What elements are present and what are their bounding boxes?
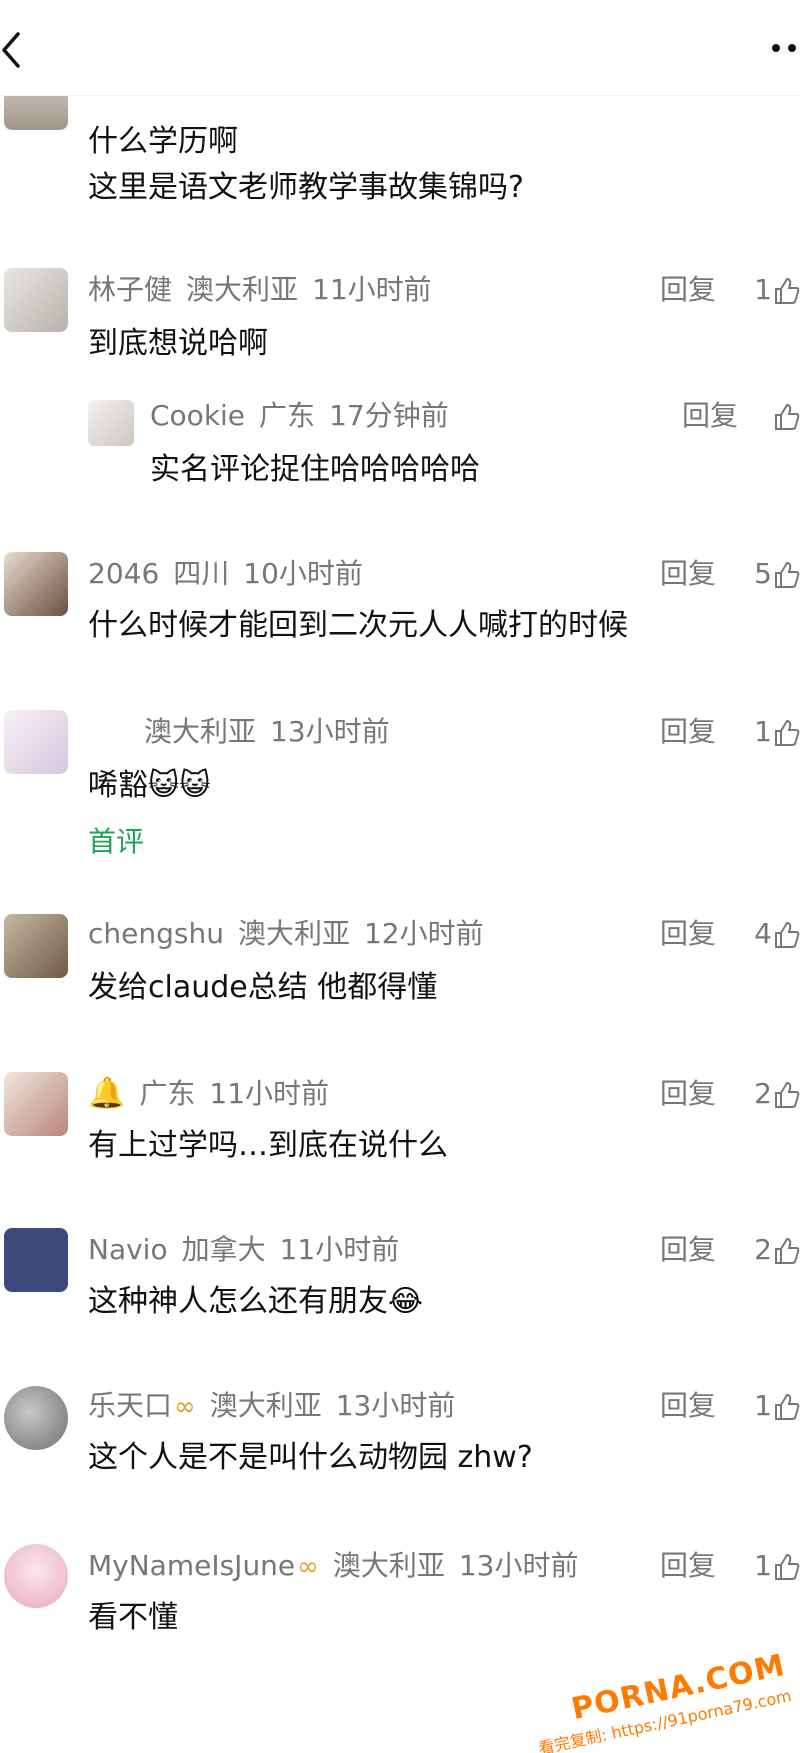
vip-badge-icon: ∞: [174, 1392, 196, 1422]
thumbs-up-icon: [775, 719, 800, 746]
timestamp: 11小时前: [209, 1077, 330, 1110]
reply-button[interactable]: 回复: [660, 1074, 716, 1114]
reply-button[interactable]: 回复: [660, 914, 716, 954]
like-button[interactable]: [772, 396, 800, 436]
thumbs-up-icon: [775, 921, 800, 948]
avatar[interactable]: [4, 1228, 68, 1292]
timestamp: 11小时前: [279, 1233, 400, 1266]
reply-button[interactable]: 回复: [660, 712, 716, 752]
comment-text: 这个人是不是叫什么动物园 zhw?: [88, 1440, 533, 1475]
reply-button[interactable]: 回复: [660, 1546, 716, 1586]
like-button[interactable]: 1: [754, 1546, 800, 1586]
timestamp: 10小时前: [243, 557, 363, 590]
more-button[interactable]: [770, 40, 800, 56]
location: 广东: [139, 1077, 196, 1110]
username[interactable]: 2046: [88, 557, 159, 590]
comment-text: 看不懂: [88, 1600, 178, 1635]
like-button[interactable]: 1: [754, 270, 800, 310]
location: 澳大利亚: [209, 1389, 322, 1422]
timestamp: 12小时前: [363, 917, 484, 950]
like-count: 4: [754, 917, 772, 950]
thumbs-up-icon: [775, 1081, 800, 1108]
comment-text: 到底想说哈啊: [88, 326, 268, 361]
avatar[interactable]: [4, 914, 68, 978]
avatar[interactable]: [4, 268, 68, 332]
comment-meta: MyNameIsJune∞ 澳大利亚 13小时前: [88, 1546, 592, 1586]
like-button[interactable]: 4: [754, 914, 800, 954]
comment-text: 什么学历啊: [88, 124, 238, 159]
watermark: PORNA.COM 看完复制: https://91porna79.com: [529, 1648, 794, 1753]
first-comment-tag: 首评: [88, 825, 145, 858]
comment-meta: 2046 四川 10小时前: [88, 554, 377, 594]
comment-text: 发给claude总结 他都得懂: [88, 970, 438, 1005]
vip-badge-icon: ∞: [297, 1552, 319, 1582]
chevron-left-icon: [2, 32, 20, 68]
like-count: 1: [754, 1389, 772, 1422]
thumbs-up-icon: [775, 1393, 800, 1420]
comment-meta: 乐天口∞ 澳大利亚 13小时前: [88, 1386, 469, 1426]
comment-text: 有上过学吗…到底在说什么: [88, 1128, 448, 1163]
location: 澳大利亚: [332, 1549, 445, 1582]
location: 澳大利亚: [186, 273, 299, 306]
reply-button[interactable]: 回复: [660, 270, 716, 310]
comment-meta: Navio 加拿大 11小时前: [88, 1230, 413, 1270]
thumbs-up-icon: [775, 277, 800, 304]
like-button[interactable]: 2: [754, 1074, 800, 1114]
reply-button[interactable]: 回复: [660, 1230, 716, 1270]
reply-button[interactable]: 回复: [660, 1386, 716, 1426]
comment-text: 这种神人怎么还有朋友😂: [88, 1284, 424, 1319]
comment-text: 这里是语文老师教学事故集锦吗?: [88, 170, 524, 205]
username[interactable]: Navio: [88, 1233, 168, 1266]
username[interactable]: 林子健: [88, 273, 172, 306]
thumbs-up-icon: [775, 403, 800, 430]
like-count: 5: [754, 557, 772, 590]
timestamp: 13小时前: [335, 1389, 456, 1422]
avatar[interactable]: [88, 400, 134, 446]
username[interactable]: Cookie: [150, 399, 245, 432]
reply-text: 实名评论捉住哈哈哈哈哈: [150, 452, 480, 487]
reply-meta: Cookie 广东 17分钟前: [150, 396, 463, 436]
username[interactable]: chengshu: [88, 917, 224, 950]
comment-text: 什么时候才能回到二次元人人喊打的时候: [88, 608, 628, 643]
like-count: 1: [754, 715, 772, 748]
timestamp: 17分钟前: [329, 399, 449, 432]
comment-meta: 🔔 广东 11小时前: [88, 1074, 343, 1114]
thumbs-up-icon: [775, 1237, 800, 1264]
comment-meta: 林子健 澳大利亚 11小时前: [88, 270, 446, 310]
avatar[interactable]: [4, 1072, 68, 1136]
avatar[interactable]: [4, 710, 68, 774]
username[interactable]: 乐天口: [88, 1389, 172, 1422]
username[interactable]: MyNameIsJune: [88, 1549, 295, 1582]
comment-meta: 澳大利亚 13小时前: [130, 712, 404, 752]
avatar[interactable]: [4, 552, 68, 616]
like-count: 1: [754, 1549, 772, 1582]
location: 加拿大: [181, 1233, 266, 1266]
comment-meta: chengshu 澳大利亚 12小时前: [88, 914, 498, 954]
location: 四川: [173, 557, 230, 590]
like-button[interactable]: 5: [754, 554, 800, 594]
thumbs-up-icon: [775, 561, 800, 588]
timestamp: 13小时前: [270, 715, 390, 748]
timestamp: 11小时前: [312, 273, 432, 306]
back-button[interactable]: [0, 26, 40, 74]
location: 澳大利亚: [144, 715, 257, 748]
location: 澳大利亚: [237, 917, 350, 950]
top-bar: [0, 0, 800, 96]
thumbs-up-icon: [775, 1553, 800, 1580]
like-count: 1: [754, 273, 772, 306]
avatar[interactable]: [4, 1544, 68, 1608]
username[interactable]: 🔔: [88, 1076, 125, 1111]
location: 广东: [259, 399, 316, 432]
timestamp: 13小时前: [458, 1549, 579, 1582]
like-button[interactable]: 1: [754, 712, 800, 752]
reply-button[interactable]: 回复: [682, 396, 738, 436]
like-count: 2: [754, 1233, 772, 1266]
more-dots-icon: [772, 44, 796, 52]
reply-button[interactable]: 回复: [660, 554, 716, 594]
like-button[interactable]: 1: [754, 1386, 800, 1426]
like-count: 2: [754, 1077, 772, 1110]
avatar[interactable]: [4, 1386, 68, 1450]
like-button[interactable]: 2: [754, 1230, 800, 1270]
comment-text: 唏豁😺😺: [88, 768, 211, 803]
